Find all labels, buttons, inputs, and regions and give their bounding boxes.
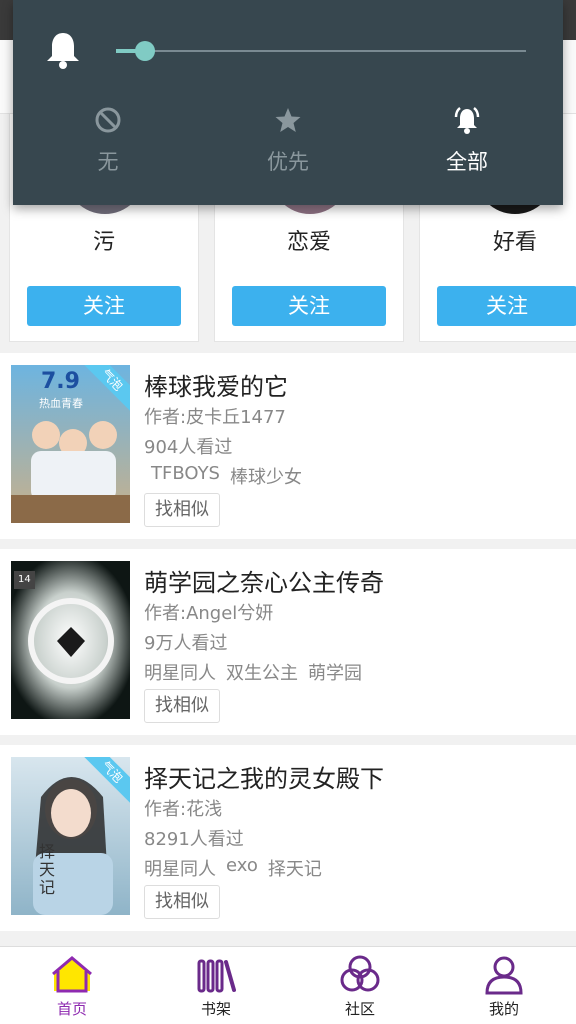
tag-name: 好看: [492, 230, 537, 255]
bell-ring-icon: [454, 107, 480, 134]
home-icon: [52, 956, 92, 993]
notification-mode-panel: 无 优先 全部: [13, 0, 563, 205]
book-tag[interactable]: 双生公主: [226, 659, 298, 685]
nav-label: 首页: [56, 1000, 87, 1018]
book-list-item[interactable]: 7.9 热血青春 气泡 棒球我爱的它 作者:皮卡丘1477 904人看过 TFB…: [0, 353, 576, 539]
nav-label: 我的: [488, 1000, 519, 1018]
book-views: 9万人看过: [144, 633, 228, 654]
profile-icon: [485, 956, 523, 995]
book-tag[interactable]: TFBOYS: [151, 463, 220, 489]
book-views: 904人看过: [144, 437, 233, 458]
nav-community[interactable]: 社区: [288, 947, 432, 1024]
mode-label: 优先: [267, 150, 309, 174]
mode-none[interactable]: 无: [48, 100, 168, 176]
nav-label: 社区: [344, 1000, 375, 1018]
nav-label: 书架: [200, 1000, 231, 1018]
book-tag[interactable]: 明星同人: [144, 659, 216, 685]
book-tags: 明星同人 exo 择天记: [144, 855, 322, 881]
book-list-item[interactable]: 14 萌学园之奈心公主传奇 作者:Angel兮妍 9万人看过 明星同人 双生公主…: [0, 549, 576, 735]
book-tag[interactable]: 择天记: [268, 855, 322, 881]
nav-profile[interactable]: 我的: [432, 947, 576, 1024]
cover-subtitle: 热血青春: [39, 397, 83, 410]
book-author: 作者:Angel兮妍: [144, 603, 274, 624]
book-cover[interactable]: 择天记 气泡: [11, 757, 130, 915]
bottom-nav: 首页 书架 社区 我的: [0, 946, 576, 1024]
volume-slider-track[interactable]: [116, 50, 526, 52]
book-badge: 14: [14, 571, 35, 589]
book-tags: 明星同人 双生公主 萌学园: [144, 659, 362, 685]
cover-title: 7.9: [41, 369, 80, 394]
follow-button[interactable]: 关注: [437, 286, 576, 326]
book-tag[interactable]: exo: [226, 855, 258, 881]
book-tags: TFBOYS 棒球少女: [144, 463, 302, 489]
community-icon: [340, 955, 380, 992]
book-cover[interactable]: 7.9 热血青春 气泡: [11, 365, 130, 523]
mode-all[interactable]: 全部: [407, 100, 527, 176]
book-title[interactable]: 棒球我爱的它: [144, 367, 288, 402]
book-tag[interactable]: 棒球少女: [230, 463, 302, 489]
mode-label: 全部: [446, 150, 488, 174]
book-cover[interactable]: 14: [11, 561, 130, 719]
book-tag[interactable]: 明星同人: [144, 855, 216, 881]
follow-button[interactable]: 关注: [232, 286, 386, 326]
book-list-item[interactable]: 择天记 气泡 择天记之我的灵女殿下 作者:花浅 8291人看过 明星同人 exo…: [0, 745, 576, 931]
book-title[interactable]: 择天记之我的灵女殿下: [144, 759, 384, 794]
bell-icon: [47, 33, 79, 69]
nav-home[interactable]: 首页: [0, 947, 144, 1024]
mode-priority[interactable]: 优先: [228, 100, 348, 176]
bookshelf-icon: [197, 959, 236, 993]
find-similar-button[interactable]: 找相似: [144, 493, 220, 527]
nav-bookshelf[interactable]: 书架: [144, 947, 288, 1024]
mode-label: 无: [97, 150, 119, 174]
find-similar-button[interactable]: 找相似: [144, 885, 220, 919]
star-icon: [275, 108, 301, 132]
volume-slider-thumb[interactable]: [134, 41, 155, 61]
book-author: 作者:皮卡丘1477: [144, 407, 286, 428]
follow-button[interactable]: 关注: [27, 286, 181, 326]
find-similar-button[interactable]: 找相似: [144, 689, 220, 723]
cover-title: 择天记: [39, 842, 56, 897]
book-views: 8291人看过: [144, 829, 244, 850]
book-title[interactable]: 萌学园之奈心公主传奇: [144, 563, 384, 598]
book-tag[interactable]: 萌学园: [308, 659, 362, 685]
tag-name: 污: [92, 230, 115, 255]
block-icon: [95, 107, 121, 133]
tag-name: 恋爱: [286, 230, 331, 255]
book-author: 作者:花浅: [144, 799, 223, 820]
